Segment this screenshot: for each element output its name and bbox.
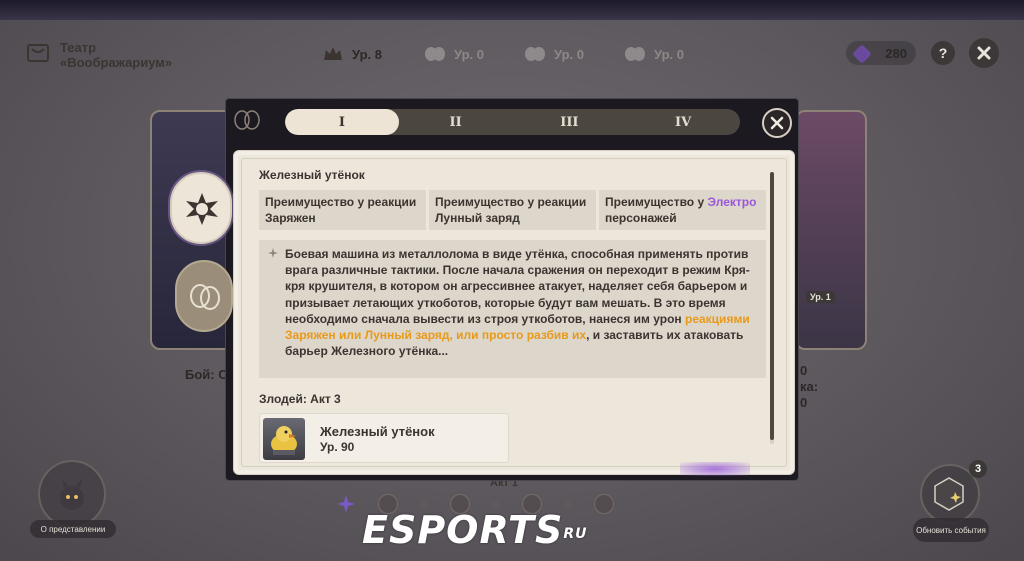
moth-icon [525, 47, 545, 61]
sparkle-icon [337, 495, 355, 513]
moth-logo-icon [234, 110, 260, 130]
crown-icon [324, 47, 342, 60]
mascot-icon [60, 478, 84, 510]
level-3: Ур. 0 [524, 44, 584, 64]
top-decor-strip [0, 0, 1024, 20]
level-4: Ур. 0 [624, 44, 684, 64]
modal-close-button[interactable] [762, 108, 792, 138]
help-button[interactable]: ? [931, 41, 955, 65]
currency-value: 280 [885, 45, 907, 61]
level-2: Ур. 0 [424, 44, 484, 64]
moth-icon [425, 47, 445, 61]
theater-title: Театр «Воображариум» [60, 40, 172, 70]
close-button[interactable] [969, 38, 999, 68]
tab-act-2[interactable]: II [399, 109, 513, 135]
character-slot [594, 494, 614, 514]
level-3-value: Ур. 0 [554, 46, 584, 62]
background-label-right: 0 ка: 0 [800, 363, 818, 411]
duck-boss-icon [186, 193, 218, 225]
top-bar: Театр «Воображариум» Ур. 8 Ур. 0 Ур. 0 У… [0, 30, 1024, 80]
purple-glow-decor [680, 462, 750, 476]
theater-icon [27, 44, 49, 62]
level-main-value: Ур. 8 [352, 46, 382, 62]
cube-icon [934, 477, 964, 511]
enemy-portrait [263, 418, 305, 460]
theater-title-line2: «Воображариум» [60, 55, 173, 70]
background-label-right-line1: 0 [800, 363, 808, 378]
boss-selector-active[interactable] [170, 172, 232, 244]
divider-dot [492, 500, 500, 508]
close-icon [977, 46, 991, 60]
advantage-cell-electro: Преимущество у Электро персонажей [599, 190, 766, 230]
enemy-level: Ур. 90 [320, 440, 355, 454]
watermark-main: ESPORTS [362, 508, 564, 552]
gem-icon [852, 44, 872, 64]
background-level-badge: Ур. 1 [806, 291, 835, 303]
star-bullet-icon [268, 248, 278, 258]
description-text: Боевая машина из металлолома в виде утён… [285, 247, 750, 326]
level-2-value: Ур. 0 [454, 46, 484, 62]
background-label-right-line3: 0 [800, 395, 808, 410]
masks-icon [190, 284, 220, 310]
tab-act-1[interactable]: I [285, 109, 399, 135]
refresh-events-button[interactable]: Обновить события [913, 518, 989, 542]
divider-dot [564, 500, 572, 508]
watermark-sup: RU [563, 526, 588, 542]
electro-highlight: Электро [707, 195, 757, 209]
events-count-badge: 3 [969, 460, 987, 478]
esports-watermark: ESPORTSRU [362, 511, 587, 549]
theater-title-line1: Театр [60, 40, 97, 55]
tab-act-3[interactable]: III [513, 109, 627, 135]
enemy-name: Железный утёнок [320, 424, 435, 439]
moth-icon [625, 47, 645, 61]
background-label-right-line2: ка: [800, 379, 819, 394]
close-icon [770, 116, 784, 130]
level-main: Ур. 8 [322, 44, 382, 64]
boss-name: Железный утёнок [259, 168, 365, 182]
advantage-suffix: персонажей [605, 211, 677, 225]
background-label-left: Бой: С [185, 367, 228, 382]
tab-act-4[interactable]: IV [626, 109, 740, 135]
villain-label: Злодей: Акт 3 [259, 392, 341, 406]
background-card-right [795, 110, 867, 350]
act-tabs: I II III IV [285, 109, 740, 135]
boss-description: Боевая машина из металлолома в виде утён… [259, 240, 766, 378]
advantage-cell: Преимущество у реакции Лунный заряд [429, 190, 596, 230]
level-4-value: Ур. 0 [654, 46, 684, 62]
advantage-prefix: Преимущество у [605, 195, 708, 209]
advantage-cell: Преимущество у реакции Заряжен [259, 190, 426, 230]
iron-duck-icon [271, 426, 297, 455]
divider-dot [420, 500, 428, 508]
advantages-row: Преимущество у реакции Заряжен Преимущес… [259, 190, 766, 230]
boss-selector-masks[interactable] [175, 260, 233, 332]
scrollbar-thumb[interactable] [770, 172, 774, 440]
about-show-button[interactable]: О представлении [30, 520, 116, 538]
currency-counter[interactable]: 280 [846, 41, 916, 65]
